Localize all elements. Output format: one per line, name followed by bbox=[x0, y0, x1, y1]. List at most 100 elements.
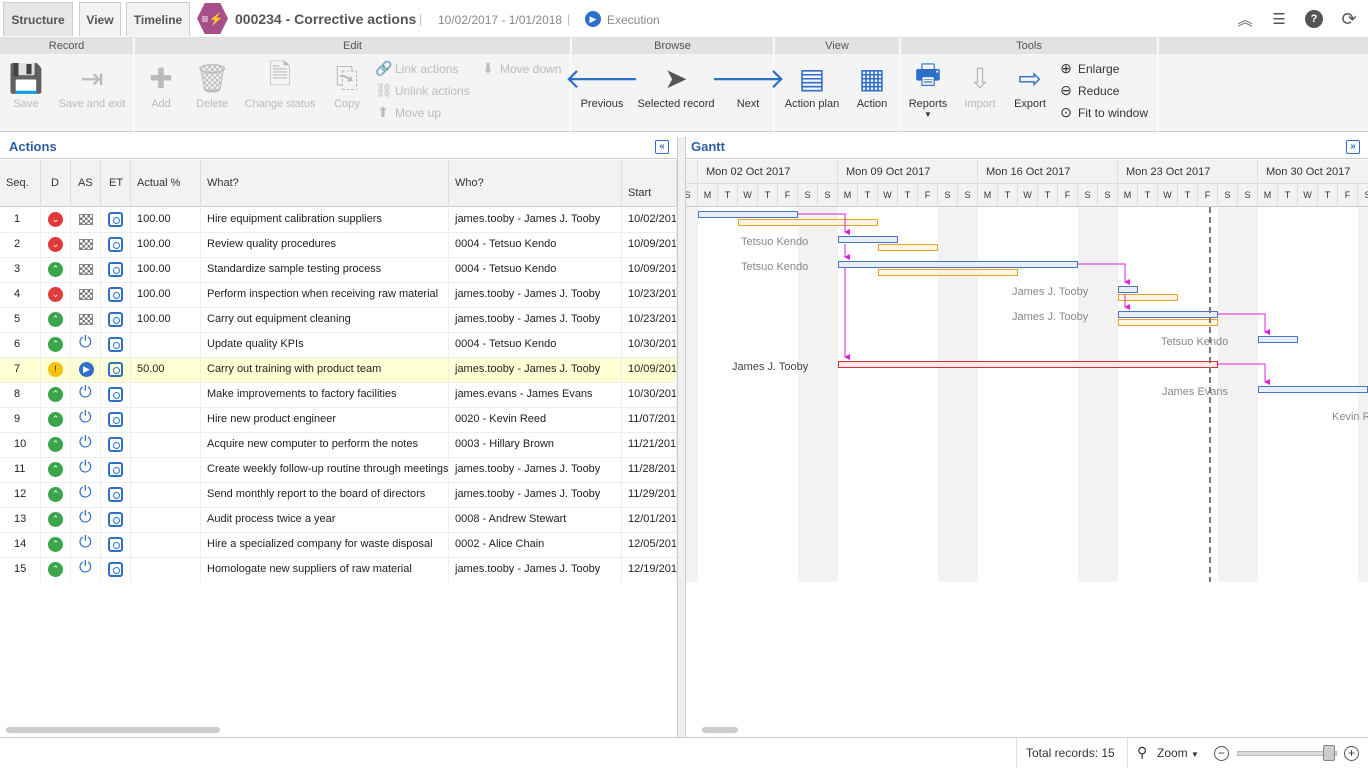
column-header-seq[interactable]: Seq. bbox=[0, 160, 41, 207]
table-row[interactable]: 11 ⌃ ⏻ Create weekly follow-up routine thro… bbox=[0, 458, 677, 483]
action-plan-button[interactable]: ▤ Action plan bbox=[781, 62, 843, 111]
table-row[interactable]: 12 ⌃ ⏻ Send monthly report to the board of … bbox=[0, 483, 677, 508]
button-label: Fit to window bbox=[1078, 105, 1149, 120]
column-header-start[interactable]: Start bbox=[622, 160, 677, 207]
zoom-label: Zoom bbox=[1157, 746, 1188, 760]
button-label: Save bbox=[13, 98, 39, 110]
list-icon[interactable]: ☰ bbox=[1270, 10, 1288, 28]
cell-execution-type bbox=[101, 233, 131, 258]
copy-button[interactable]: ⎘ Copy bbox=[327, 62, 367, 111]
cell-seq: 8 bbox=[0, 383, 41, 408]
cell-deadline: ⌃ bbox=[41, 458, 71, 483]
table-row[interactable]: 10 ⌃ ⏻ Acquire new computer to perform the … bbox=[0, 433, 677, 458]
help-icon[interactable]: ? bbox=[1305, 10, 1323, 28]
cell-deadline: ⌃ bbox=[41, 508, 71, 533]
grid-horizontal-scrollbar[interactable] bbox=[6, 727, 220, 733]
group-title: Browse bbox=[572, 38, 773, 54]
group-title: Tools bbox=[901, 38, 1157, 54]
chevron-down-icon: ▼ bbox=[924, 110, 932, 119]
plan-dates: 10/02/2017 - 1/01/2018 bbox=[438, 13, 563, 27]
save-button[interactable]: 💾 Save bbox=[8, 62, 44, 111]
finished-flag-icon bbox=[79, 314, 93, 325]
selected-record-button[interactable]: ➤ Selected record bbox=[634, 62, 718, 111]
action-button[interactable]: ▦ Action bbox=[851, 62, 893, 111]
column-header-d[interactable]: D bbox=[41, 160, 71, 207]
next-button[interactable]: 🡒 Next bbox=[710, 62, 786, 110]
arrow-left-icon: 🡐 bbox=[564, 63, 640, 94]
zoom-in-icon[interactable]: + bbox=[1344, 746, 1359, 761]
unlink-actions-button[interactable]: ⛓ Unlink actions bbox=[375, 82, 470, 99]
action-icon: ▦ bbox=[858, 62, 886, 94]
table-row[interactable]: 14 ⌃ ⏻ Hire a specialized company for waste… bbox=[0, 533, 677, 558]
cell-actual bbox=[131, 333, 201, 358]
link-actions-button[interactable]: 🔗 Link actions bbox=[375, 60, 458, 77]
import-button[interactable]: ⇩ Import bbox=[959, 62, 1001, 111]
cell-what: Standardize sample testing process bbox=[201, 258, 449, 283]
cell-actual bbox=[131, 558, 201, 582]
divider: | bbox=[567, 12, 571, 26]
column-header-as[interactable]: AS bbox=[71, 160, 101, 207]
reports-button[interactable]: 🖶 Reports ▼ bbox=[905, 59, 951, 119]
zoom-dropdown[interactable]: Zoom ▼ bbox=[1157, 746, 1199, 760]
move-up-button[interactable]: ⬆ Move up bbox=[375, 104, 441, 121]
reduce-button[interactable]: ⊖ Reduce bbox=[1058, 82, 1119, 99]
group-title bbox=[1159, 38, 1368, 54]
table-row[interactable]: 7! ▶ 50.00 Carry out training with product … bbox=[0, 358, 677, 383]
cell-deadline: ⌃ bbox=[41, 308, 71, 333]
cell-execution-type bbox=[101, 508, 131, 533]
execution-type-icon bbox=[108, 387, 123, 402]
tab-view[interactable]: View bbox=[79, 2, 121, 36]
group-browse: Browse 🡐 Previous ➤ Selected record 🡒 Next bbox=[564, 38, 786, 132]
table-row[interactable]: 2 ⌄ 100.00 Review quality procedures 0004 - … bbox=[0, 233, 677, 258]
table-row[interactable]: 4 ⌄ 100.00 Perform inspection when receivin… bbox=[0, 283, 677, 308]
pane-splitter[interactable] bbox=[677, 137, 686, 737]
collapse-left-icon[interactable]: « bbox=[655, 140, 669, 154]
zoom-out-icon[interactable]: − bbox=[1214, 746, 1229, 761]
cell-seq: 11 bbox=[0, 458, 41, 483]
tab-timeline[interactable]: Timeline bbox=[126, 2, 190, 36]
table-row[interactable]: 9 ⌃ ⏻ Hire new product engineer 0020 - Kevin… bbox=[0, 408, 677, 433]
column-header-actual[interactable]: Actual % bbox=[131, 160, 201, 207]
export-button[interactable]: ⇨ Export bbox=[1009, 62, 1051, 111]
cell-seq: 6 bbox=[0, 333, 41, 358]
column-header-et[interactable]: ET bbox=[101, 160, 131, 207]
cell-execution-type bbox=[101, 208, 131, 233]
tab-structure[interactable]: Structure bbox=[3, 2, 73, 36]
fit-to-window-button[interactable]: ⊙ Fit to window bbox=[1058, 104, 1148, 121]
table-row[interactable]: 3 ⌃ 100.00 Standardize sample testing proce… bbox=[0, 258, 677, 283]
not-started-power-icon: ⏻ bbox=[79, 384, 92, 401]
deadline-ok-icon: ⌃ bbox=[48, 312, 63, 327]
chevron-down-icon: ▼ bbox=[1191, 750, 1199, 759]
previous-button[interactable]: 🡐 Previous bbox=[564, 62, 640, 110]
collapse-right-icon[interactable]: » bbox=[1346, 140, 1360, 154]
arrow-right-icon: 🡒 bbox=[710, 63, 786, 94]
table-row[interactable]: 5 ⌃ 100.00 Carry out equipment cleaning jame… bbox=[0, 308, 677, 333]
zoom-slider-handle[interactable] bbox=[1323, 745, 1335, 761]
gantt-horizontal-scrollbar[interactable] bbox=[702, 727, 738, 733]
table-row[interactable]: 6 ⌃ ⏻ Update quality KPIs 0004 - Tetsuo Kend… bbox=[0, 333, 677, 358]
refresh-icon[interactable]: ⟳ bbox=[1340, 9, 1358, 29]
gantt-empty-area bbox=[686, 582, 1368, 737]
table-row[interactable]: 8 ⌃ ⏻ Make improvements to factory faciliti… bbox=[0, 383, 677, 408]
save-and-exit-button[interactable]: ⇥ Save and exit bbox=[54, 62, 130, 111]
cell-seq: 9 bbox=[0, 408, 41, 433]
cell-actual: 100.00 bbox=[131, 283, 201, 308]
deadline-ok-icon: ⌃ bbox=[48, 412, 63, 427]
move-down-button[interactable]: ⬇ Move down bbox=[480, 60, 561, 77]
cell-what: Audit process twice a year bbox=[201, 508, 449, 533]
table-row[interactable]: 13 ⌃ ⏻ Audit process twice a year 0008 - And… bbox=[0, 508, 677, 533]
column-header-who[interactable]: Who? bbox=[449, 160, 622, 207]
table-row[interactable]: 1 ⌄ 100.00 Hire equipment calibration suppl… bbox=[0, 208, 677, 233]
cell-seq: 10 bbox=[0, 433, 41, 458]
delete-button[interactable]: 🗑 Delete bbox=[189, 62, 235, 111]
add-button[interactable]: ✚ Add bbox=[141, 62, 181, 111]
group-view: View ▤ Action plan ▦ Action bbox=[775, 38, 900, 132]
table-row[interactable]: 15 ⌃ ⏻ Homologate new suppliers of raw mate… bbox=[0, 558, 677, 582]
column-header-what[interactable]: What? bbox=[201, 160, 449, 207]
cell-who: james.tooby - James J. Tooby bbox=[449, 208, 622, 233]
collapse-up-icon[interactable]: ︽ bbox=[1236, 10, 1254, 29]
cell-start: 11/28/2017 bbox=[622, 458, 677, 483]
change-status-button[interactable]: 🗎 Change status bbox=[241, 59, 319, 110]
enlarge-button[interactable]: ⊕ Enlarge bbox=[1058, 60, 1119, 77]
zoom-slider[interactable] bbox=[1237, 751, 1337, 756]
